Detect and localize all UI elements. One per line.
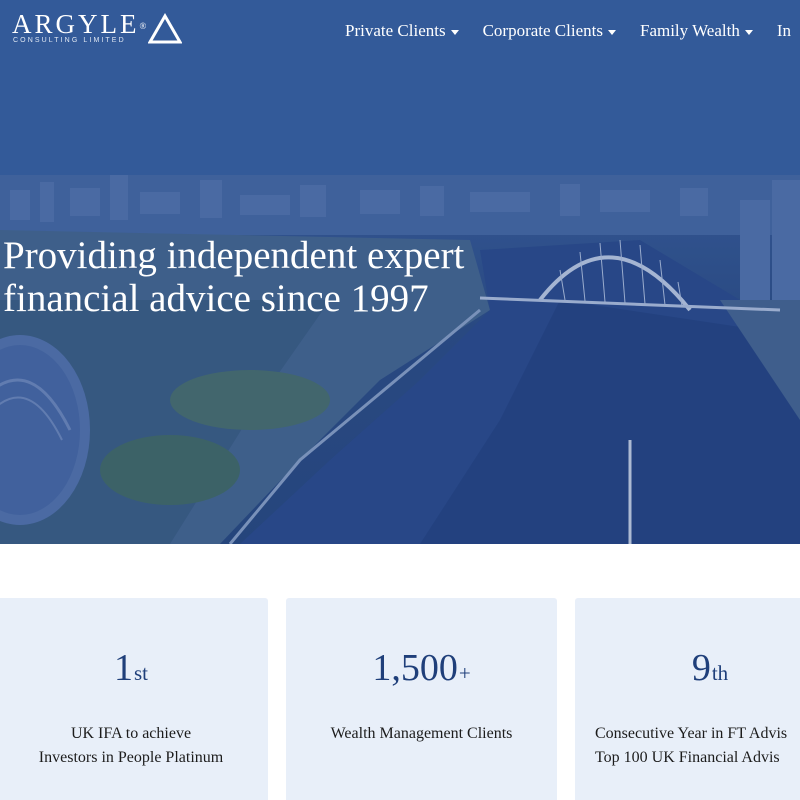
stat-card: 1st UK IFA to achieve Investors in Peopl… — [0, 598, 268, 800]
page: ARGYLE® CONSULTING LIMITED Private Clien… — [0, 0, 800, 800]
stat-description: Wealth Management Clients — [286, 722, 557, 746]
main-nav: Private Clients Corporate Clients Family… — [345, 20, 800, 42]
stat-value: 1,500+ — [286, 648, 557, 693]
nav-item-family-wealth[interactable]: Family Wealth — [640, 20, 753, 42]
hero-heading-line-2: financial advice since 1997 — [3, 277, 429, 320]
stat-description-line-1: UK IFA to achieve — [70, 725, 192, 742]
brand-subtitle: CONSULTING LIMITED — [13, 37, 126, 44]
nav-label: Corporate Clients — [482, 21, 603, 40]
nav-item-corporate-clients[interactable]: Corporate Clients — [483, 20, 616, 42]
stat-number: 1,500 — [372, 647, 458, 689]
stat-card: 1,500+ Wealth Management Clients — [286, 598, 557, 800]
stat-number: 1 — [113, 647, 133, 689]
stat-description-line-2: Top 100 UK Financial Advis — [595, 749, 780, 766]
nav-label: In — [776, 21, 791, 40]
stats-section: 1st UK IFA to achieve Investors in Peopl… — [0, 544, 800, 800]
stat-value: 1st — [0, 648, 268, 693]
stat-value: 9th — [575, 648, 800, 693]
stat-suffix: + — [458, 661, 471, 685]
nav-item-private-clients[interactable]: Private Clients — [345, 20, 459, 42]
brand-logo[interactable]: ARGYLE® CONSULTING LIMITED — [12, 10, 187, 50]
hero-heading-line-1: Providing independent expert — [3, 234, 465, 277]
brand-name: ARGYLE — [12, 9, 140, 39]
stat-suffix: th — [711, 661, 729, 685]
stat-card: 9th Consecutive Year in FT Advis Top 100… — [575, 598, 800, 800]
registered-mark: ® — [139, 21, 147, 31]
nav-item-truncated[interactable]: In — [777, 20, 791, 42]
stat-description: UK IFA to achieve Investors in People Pl… — [0, 722, 268, 770]
nav-label: Private Clients — [345, 21, 446, 40]
site-header: ARGYLE® CONSULTING LIMITED Private Clien… — [0, 0, 800, 62]
hero-section: ARGYLE® CONSULTING LIMITED Private Clien… — [0, 0, 800, 544]
stat-description-line-2: Investors in People Platinum — [38, 749, 224, 766]
hero-heading: Providing independent expert financial a… — [3, 234, 563, 320]
nav-label: Family Wealth — [639, 21, 740, 40]
stat-description-line-1: Wealth Management Clients — [330, 725, 513, 742]
caret-down-icon — [744, 29, 753, 35]
stat-suffix: st — [133, 661, 148, 685]
stat-description-line-1: Consecutive Year in FT Advis — [595, 725, 788, 742]
stat-number: 9 — [691, 647, 711, 689]
triangle-icon — [148, 13, 182, 44]
stat-description: Consecutive Year in FT Advis Top 100 UK … — [575, 722, 800, 770]
caret-down-icon — [607, 29, 616, 35]
caret-down-icon — [450, 29, 459, 35]
